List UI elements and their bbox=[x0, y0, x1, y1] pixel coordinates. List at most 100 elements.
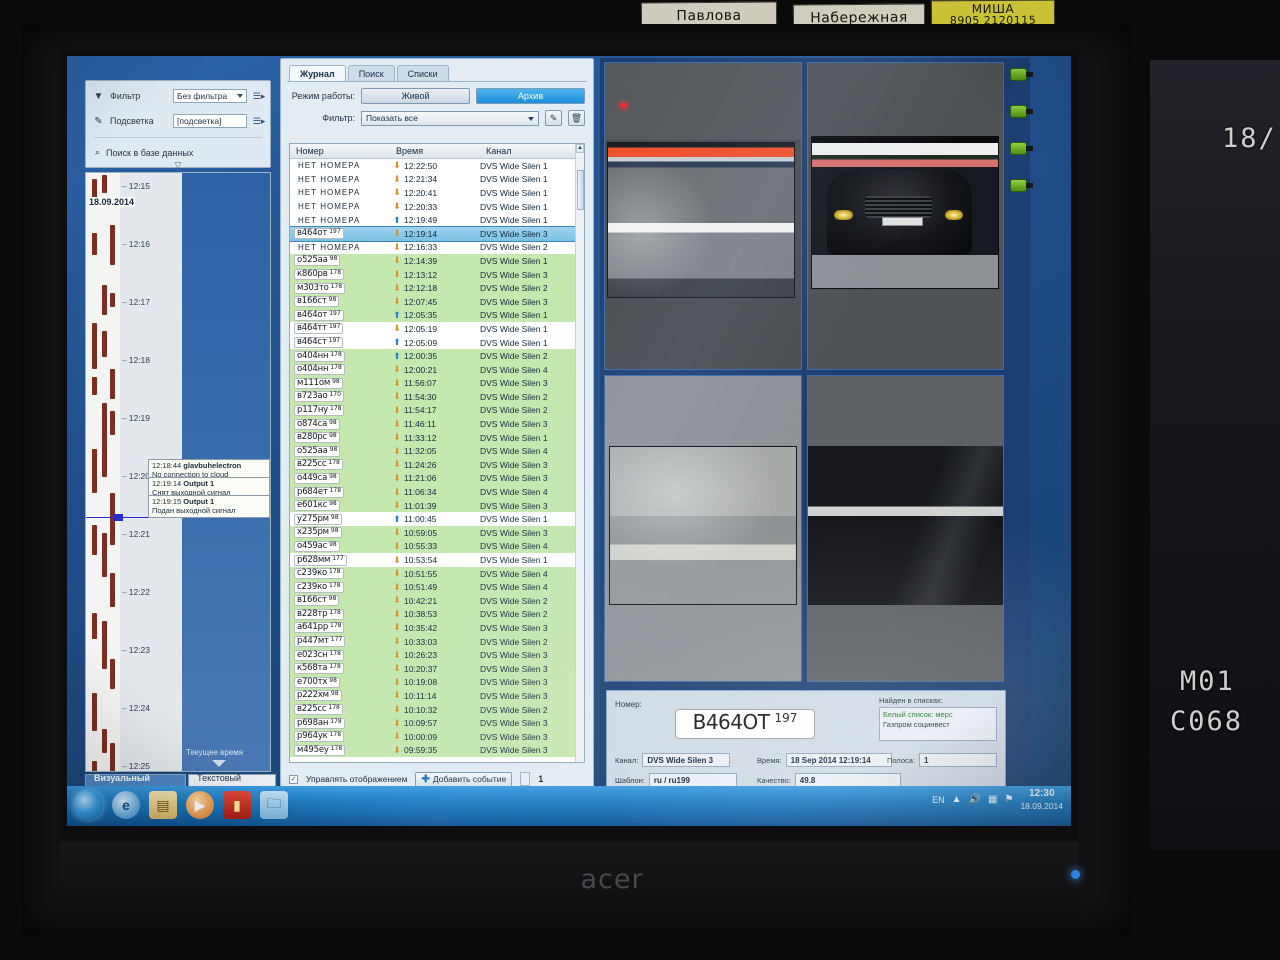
table-row[interactable]: о404нн 178 ⬆ 12:00:35 DVS Wide Silen 2 bbox=[290, 349, 584, 363]
timeline-event-bar[interactable] bbox=[92, 613, 97, 639]
table-row[interactable]: в166ст 98 ⬇ 12:07:45 DVS Wide Silen 3 bbox=[290, 294, 584, 309]
tab-search[interactable]: Поиск bbox=[347, 65, 395, 81]
show-hidden-icon[interactable]: ▲ bbox=[952, 794, 962, 805]
timeline-scrub-handle[interactable] bbox=[114, 514, 123, 521]
timeline-event-bar[interactable] bbox=[102, 331, 107, 357]
timeline-event-bar[interactable] bbox=[92, 525, 97, 555]
media-player-icon[interactable]: ▶ bbox=[186, 791, 214, 819]
video-cell-2[interactable] bbox=[806, 62, 1004, 370]
table-row[interactable]: а641рр 178 ⬇ 10:35:42 DVS Wide Silen 3 bbox=[290, 621, 584, 635]
timeline-event-bar[interactable] bbox=[110, 225, 115, 265]
timeline-event-bar[interactable] bbox=[102, 533, 107, 577]
trash-icon[interactable]: 🗑 bbox=[568, 110, 585, 126]
table-row[interactable]: в723ао 170 ⬇ 11:54:30 DVS Wide Silen 2 bbox=[290, 390, 584, 404]
filter-select[interactable]: Без фильтра bbox=[173, 89, 247, 103]
language-indicator[interactable]: EN bbox=[932, 795, 945, 805]
table-row[interactable]: с239ко 178 ⬇ 10:51:49 DVS Wide Silen 4 bbox=[290, 580, 584, 594]
timeline-event-bar[interactable] bbox=[110, 659, 115, 689]
live-mode-button[interactable]: Живой bbox=[361, 88, 470, 104]
table-row[interactable]: в225сс 178 ⬇ 11:24:26 DVS Wide Silen 3 bbox=[290, 458, 584, 472]
timeline-event-bar[interactable] bbox=[92, 693, 97, 731]
timeline-event-bar[interactable] bbox=[110, 369, 115, 399]
scroll-up-icon[interactable]: ▲ bbox=[576, 144, 584, 153]
anpr-app-icon[interactable]: ▮ bbox=[223, 791, 251, 819]
timeline[interactable]: 12:15 12:16 12:17 12:18 12:19 12:20 12:21 12:22… bbox=[85, 172, 271, 772]
table-row[interactable]: НЕТ НОМЕРА ⬆ 12:19:49 DVS Wide Silen 1 bbox=[290, 213, 584, 227]
archive-mode-button[interactable]: Архив bbox=[476, 88, 585, 104]
table-row[interactable]: в166ст 98 ⬇ 10:42:21 DVS Wide Silen 2 bbox=[290, 594, 584, 608]
table-row[interactable]: НЕТ НОМЕРА ⬇ 12:22:50 DVS Wide Silen 1 bbox=[290, 159, 584, 173]
timeline-event-bar[interactable] bbox=[92, 377, 97, 395]
flag-icon[interactable]: ⚑ bbox=[1004, 794, 1013, 805]
table-row[interactable]: в464ст 197 ⬆ 12:05:09 DVS Wide Silen 1 bbox=[290, 335, 584, 350]
channel-indicator-icon-3[interactable] bbox=[1010, 142, 1033, 155]
tab-journal[interactable]: Журнал bbox=[289, 65, 346, 81]
timeline-event-bar[interactable] bbox=[102, 285, 107, 315]
timeline-event-bar[interactable] bbox=[110, 573, 115, 607]
event-list-scrollbar[interactable]: ▲ bbox=[575, 144, 584, 762]
timeline-event-bar[interactable] bbox=[92, 761, 97, 771]
internet-explorer-icon[interactable]: e bbox=[112, 791, 140, 819]
table-row[interactable]: р447мт 177 ⬇ 10:33:03 DVS Wide Silen 2 bbox=[290, 634, 584, 649]
table-row[interactable]: р684ет 178 ⬇ 11:06:34 DVS Wide Silen 4 bbox=[290, 485, 584, 499]
table-row[interactable]: НЕТ НОМЕРА ⬇ 12:21:34 DVS Wide Silen 1 bbox=[290, 172, 584, 187]
timeline-event-bar[interactable] bbox=[102, 729, 107, 753]
table-row[interactable]: о525аа 98 ⬇ 12:14:39 DVS Wide Silen 1 bbox=[290, 254, 584, 268]
table-row[interactable]: е023сн 178 ⬇ 10:26:23 DVS Wide Silen 3 bbox=[290, 648, 584, 662]
table-row[interactable]: в225сс 178 ⬇ 10:10:32 DVS Wide Silen 2 bbox=[290, 702, 584, 717]
event-list[interactable]: Номер Время Канал НЕТ НОМЕРА ⬇ 12:22:50 DVS… bbox=[289, 143, 585, 763]
timeline-event-bar[interactable] bbox=[102, 457, 107, 477]
table-row[interactable]: НЕТ НОМЕРА ⬇ 12:16:33 DVS Wide Silen 2 bbox=[290, 240, 584, 255]
timeline-event-bar[interactable] bbox=[102, 621, 107, 669]
table-row[interactable]: р117ну 178 ⬇ 11:54:17 DVS Wide Silen 2 bbox=[290, 403, 584, 418]
timeline-event-bar[interactable] bbox=[110, 743, 115, 771]
tab-lists[interactable]: Списки bbox=[396, 65, 449, 81]
video-cell-4[interactable] bbox=[806, 374, 1004, 682]
channel-indicator-icon-1[interactable] bbox=[1010, 68, 1033, 81]
journal-filter-select[interactable]: Показать все bbox=[361, 110, 539, 126]
filter-list-button[interactable]: ☰▸ bbox=[252, 90, 266, 103]
table-row[interactable]: у275рм 98 ⬆ 11:00:45 DVS Wide Silen 1 bbox=[290, 512, 584, 527]
timeline-event-bar[interactable] bbox=[102, 175, 107, 193]
table-row[interactable]: в280рс 98 ⬇ 11:33:12 DVS Wide Silen 1 bbox=[290, 430, 584, 445]
taskbar-clock[interactable]: 12:30 18.09.2014 bbox=[1020, 788, 1063, 812]
table-row[interactable]: м495еу 178 ⬇ 09:59:35 DVS Wide Silen 3 bbox=[290, 743, 584, 758]
timeline-event-track[interactable] bbox=[86, 173, 120, 771]
timeline-event-bar[interactable] bbox=[92, 449, 97, 493]
timeline-event-bar[interactable] bbox=[92, 323, 97, 369]
highlight-input[interactable]: [подсветка] bbox=[173, 114, 247, 128]
table-row[interactable]: к860рв 178 ⬇ 12:13:12 DVS Wide Silen 3 bbox=[290, 267, 584, 282]
table-row[interactable]: е700тх 98 ⬇ 10:19:08 DVS Wide Silen 3 bbox=[290, 675, 584, 690]
column-header-time[interactable]: Время bbox=[390, 144, 480, 158]
column-header-number[interactable]: Номер bbox=[290, 144, 390, 158]
volume-icon[interactable]: 🔊 bbox=[969, 794, 981, 805]
timeline-event-bar[interactable] bbox=[102, 403, 107, 461]
table-row[interactable]: с239ко 178 ⬇ 10:51:55 DVS Wide Silen 4 bbox=[290, 566, 584, 581]
pencil-icon[interactable]: ✎ bbox=[545, 110, 562, 126]
table-row[interactable]: р964ук 178 ⬇ 10:00:09 DVS Wide Silen 3 bbox=[290, 729, 584, 744]
timeline-event-bar[interactable] bbox=[110, 411, 115, 435]
table-row[interactable]: в464тт 197 ⬇ 12:05:19 DVS Wide Silen 1 bbox=[290, 322, 584, 336]
manage-display-checkbox[interactable]: ✓ bbox=[289, 774, 298, 784]
table-row[interactable]: о449са 98 ⬇ 11:21:06 DVS Wide Silen 3 bbox=[290, 471, 584, 486]
timeline-event-bar[interactable] bbox=[92, 233, 97, 255]
table-row[interactable]: р628мм 177 ⬇ 10:53:54 DVS Wide Silen 1 bbox=[290, 553, 584, 567]
highlight-list-button[interactable]: ☰▸ bbox=[252, 115, 266, 128]
table-row[interactable]: о525аа 98 ⬇ 11:32:05 DVS Wide Silen 4 bbox=[290, 444, 584, 459]
channel-indicator-icon-2[interactable] bbox=[1010, 105, 1033, 118]
add-event-button[interactable]: ✚ Добавить событие bbox=[415, 771, 513, 787]
scrollbar-thumb[interactable] bbox=[577, 170, 584, 210]
network-icon[interactable]: ▦ bbox=[988, 794, 997, 805]
table-row[interactable]: х235рм 98 ⬇ 10:59:05 DVS Wide Silen 3 bbox=[290, 526, 584, 540]
table-row[interactable]: м111ом 98 ⬇ 11:56:07 DVS Wide Silen 3 bbox=[290, 376, 584, 391]
table-row[interactable]: в464от 197 ⬆ 12:05:35 DVS Wide Silen 1 bbox=[290, 308, 584, 323]
column-header-channel[interactable]: Канал bbox=[480, 144, 584, 158]
table-row[interactable]: к568та 178 ⬇ 10:20:37 DVS Wide Silen 3 bbox=[290, 661, 584, 676]
table-row[interactable]: р698ан 178 ⬇ 10:09:57 DVS Wide Silen 3 bbox=[290, 716, 584, 730]
search-database-link[interactable]: ⌕ Поиск в базе данных bbox=[95, 147, 270, 158]
file-folder-icon[interactable]: 🗀 bbox=[260, 791, 288, 819]
table-row[interactable]: НЕТ НОМЕРА ⬇ 12:20:41 DVS Wide Silen 1 bbox=[290, 186, 584, 200]
channel-indicator-icon-4[interactable] bbox=[1010, 179, 1033, 192]
table-row[interactable]: е601кс 98 ⬇ 11:01:39 DVS Wide Silen 3 bbox=[290, 498, 584, 513]
table-row[interactable]: о404нн 178 ⬇ 12:00:21 DVS Wide Silen 4 bbox=[290, 362, 584, 377]
